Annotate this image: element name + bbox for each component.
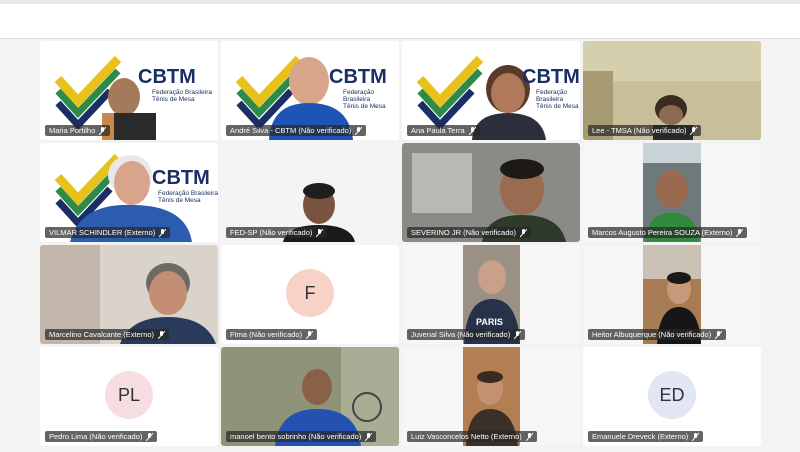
avatar-initials: ED <box>648 371 696 419</box>
mic-off-icon <box>468 127 476 136</box>
video-tile-maria-portilho[interactable]: CBTM Federação Brasileira Tênis de Mesa M… <box>40 41 218 140</box>
video-tile-juvenal-silva[interactable]: PARIS Juvenal Silva (Não verificado) <box>402 245 580 344</box>
logo-text: CBTM <box>152 167 210 189</box>
logo-text: CBTM <box>138 66 196 88</box>
participant-label: VILMAR SCHINDLER (Externo) <box>45 227 171 238</box>
logo-subtitle: Federação Brasileira Tênis de Mesa <box>343 89 386 110</box>
video-tile-marcelino-cavalcante[interactable]: Marcelino Cavalcante (Externo) <box>40 245 218 344</box>
logo-subtitle: Federação Brasileira Tênis de Mesa <box>152 89 212 103</box>
video-tile-luiz-vasconcelos-netto[interactable]: Luiz Vasconcelos Netto (Externo) <box>402 347 580 446</box>
participant-label: Ana Paula Terra <box>407 125 480 136</box>
avatar-initials: PL <box>105 371 153 419</box>
participant-label: Lee - TMSA (Não verificado) <box>588 125 702 136</box>
logo-text: CBTM <box>522 66 580 88</box>
video-tile-ftma[interactable]: F Ftma (Não verificado) <box>221 245 399 344</box>
logo-subtitle: Federação Brasileira Tênis de Mesa <box>158 190 218 204</box>
video-tile-manoel-bento-sobrinho[interactable]: manoel bento sobrinho (Não verificado) <box>221 347 399 446</box>
participant-label: Marcelino Cavalcante (Externo) <box>45 329 170 340</box>
mic-off-icon <box>715 331 723 340</box>
participant-label: André Silva - CBTM (Não verificado) <box>226 125 367 136</box>
video-tile-ana-paula-terra[interactable]: CBTM Federação Brasileira Tênis de Mesa A… <box>402 41 580 140</box>
participant-label: Ftma (Não verificado) <box>226 329 318 340</box>
video-tile-emanuele-dreveck[interactable]: ED Emanuele Dreveck (Externo) <box>583 347 761 446</box>
video-tile-fed-sp[interactable]: FED-SP (Não verificado) <box>221 143 399 242</box>
mic-off-icon <box>692 433 700 442</box>
video-tile-marcos-souza[interactable]: Marcos Augusto Pereira SOUZA (Externo) <box>583 143 761 242</box>
participant-label: Pedro Lima (Não verificado) <box>45 431 158 442</box>
video-tile-pedro-lima[interactable]: PL Pedro Lima (Não verificado) <box>40 347 218 446</box>
logo-text: CBTM <box>329 66 387 88</box>
mic-off-icon <box>690 127 698 136</box>
mic-off-icon <box>525 433 533 442</box>
participant-label: Maria Portilho <box>45 125 111 136</box>
participant-label: manoel bento sobrinho (Não verificado) <box>226 431 377 442</box>
participant-label: Juvenal Silva (Não verificado) <box>407 329 526 340</box>
mic-off-icon <box>736 229 744 238</box>
participant-label: Luiz Vasconcelos Netto (Externo) <box>407 431 537 442</box>
video-tile-heitor-albuquerque[interactable]: Heitor Albuquerque (Não verificado) <box>583 245 761 344</box>
mic-off-icon <box>365 433 373 442</box>
participant-label: FED-SP (Não verificado) <box>226 227 328 238</box>
mic-off-icon <box>355 127 363 136</box>
svg-text:PARIS: PARIS <box>476 317 503 327</box>
participant-label: Marcos Augusto Pereira SOUZA (Externo) <box>588 227 748 238</box>
mic-off-icon <box>158 331 166 340</box>
mic-off-icon <box>316 229 324 238</box>
mic-off-icon <box>306 331 314 340</box>
video-tile-andre-silva[interactable]: CBTM Federação Brasileira Tênis de Mesa A… <box>221 41 399 140</box>
mic-off-icon <box>520 229 528 238</box>
logo-subtitle: Federação Brasileira Tênis de Mesa <box>536 89 579 110</box>
mic-off-icon <box>514 331 522 340</box>
mic-off-icon <box>99 127 107 136</box>
participant-label: Heitor Albuquerque (Não verificado) <box>588 329 727 340</box>
meeting-header <box>0 4 800 39</box>
mic-off-icon <box>159 229 167 238</box>
mic-off-icon <box>146 433 154 442</box>
video-tile-severino-jr[interactable]: SEVERINO JR (Não verificado) <box>402 143 580 242</box>
participant-label: SEVERINO JR (Não verificado) <box>407 227 532 238</box>
participant-label: Emanuele Dreveck (Externo) <box>588 431 704 442</box>
video-tile-vilmar-schindler[interactable]: CBTM Federação Brasileira Tênis de Mesa V… <box>40 143 218 242</box>
avatar-initials: F <box>286 269 334 317</box>
video-tile-lee-tmsa[interactable]: Lee - TMSA (Não verificado) <box>583 41 761 140</box>
